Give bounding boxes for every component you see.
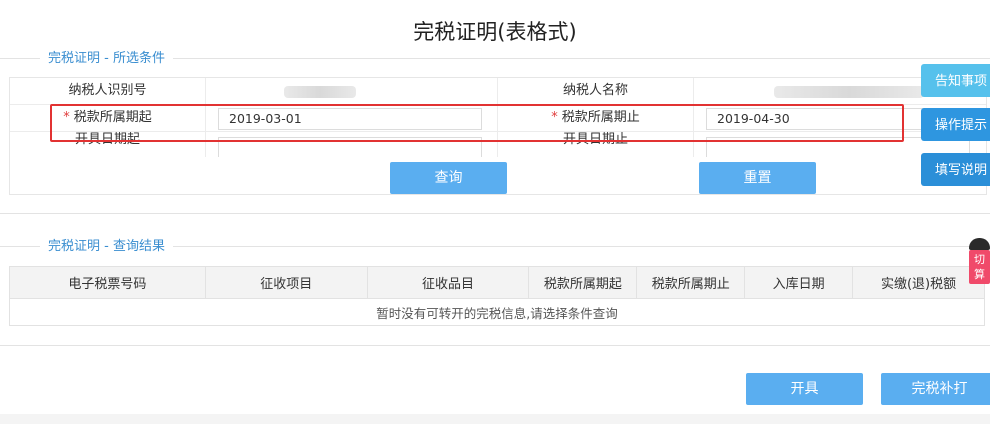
issue-start-label: 开具日期起 [10,132,206,157]
conditions-legend: 完税证明 - 所选条件 [40,50,173,68]
period-start-label-text: 税款所属期起 [73,110,152,125]
redacted-taxpayer-id [284,86,356,98]
column-header: 入库日期 [744,266,854,299]
required-mark: * [551,110,558,125]
issue-button[interactable]: 开具 [746,373,863,405]
page-title: 完税证明(表格式) [413,20,577,44]
column-header: 税款所属期止 [636,266,746,299]
query-button[interactable]: 查询 [390,162,507,194]
reset-button[interactable]: 重置 [699,162,816,194]
notice-button[interactable]: 告知事项 [921,64,990,97]
taxpayer-id-value [206,78,498,104]
period-row: * 税款所属期起 2019-03-01 * 税款所属期止 2019-04-30 [10,105,986,132]
operation-guide-button[interactable]: 操作提示 [921,108,990,141]
column-header: 征收品目 [366,266,530,299]
taxpayer-row: 纳税人识别号 纳税人名称 [10,78,986,105]
column-header: 电子税票号码 [9,266,206,299]
issue-end-label: 开具日期止 [498,132,694,157]
redacted-taxpayer-name [774,86,924,98]
results-legend: 完税证明 - 查询结果 [40,238,173,256]
fill-instructions-button[interactable]: 填写说明 [921,153,990,186]
table-row: 暂时没有可转开的完税信息,请选择条件查询 [9,298,985,326]
results-table: 电子税票号码 征收项目 征收品目 税款所属期起 税款所属期止 入库日期 实缴(退… [9,266,985,326]
issue-date-row: 开具日期起 开具日期止 [10,132,986,157]
issue-start-cell [206,132,498,157]
issue-start-input[interactable] [218,137,482,157]
taxpayer-name-label: 纳税人名称 [498,78,694,104]
empty-message: 暂时没有可转开的完税信息,请选择条件查询 [9,298,985,326]
column-header: 征收项目 [204,266,368,299]
period-end-label-text: 税款所属期止 [561,110,640,125]
bottom-strip [0,414,990,424]
period-start-input[interactable]: 2019-03-01 [218,108,482,130]
mascot-label: 切算 [969,250,990,284]
required-mark: * [63,110,70,125]
cat-icon [969,238,990,250]
reprint-button[interactable]: 完税补打 [881,373,990,405]
period-end-label: * 税款所属期止 [498,105,694,131]
column-header: 实缴(退)税额 [852,266,985,299]
taxpayer-id-label: 纳税人识别号 [10,78,206,104]
column-header: 税款所属期起 [528,266,638,299]
results-header-row: 电子税票号码 征收项目 征收品目 税款所属期起 税款所属期止 入库日期 实缴(退… [9,266,985,299]
mascot-widget[interactable]: 切算 [969,238,990,284]
period-start-label: * 税款所属期起 [10,105,206,131]
period-start-cell: 2019-03-01 [206,105,498,131]
